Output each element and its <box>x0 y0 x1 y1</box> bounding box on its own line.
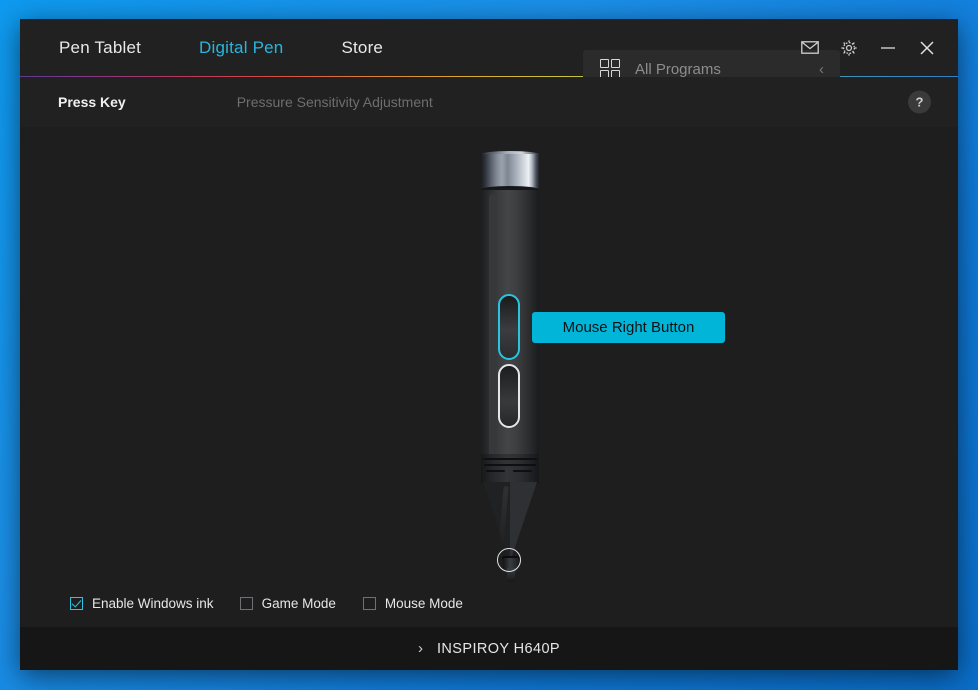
device-name-label: INSPIROY H640P <box>437 640 560 657</box>
subtab-pressure-sensitivity[interactable]: Pressure Sensitivity Adjustment <box>237 94 433 110</box>
desktop-background: Pen Tablet Digital Pen Store All Program… <box>0 0 978 690</box>
sub-nav-bar: Press Key Pressure Sensitivity Adjustmen… <box>20 77 958 127</box>
pen-lower-button[interactable] <box>498 364 520 428</box>
pen-grip <box>481 454 539 484</box>
checkbox-unchecked-icon <box>362 597 376 610</box>
subtab-press-key[interactable]: Press Key <box>58 94 126 110</box>
tab-digital-pen[interactable]: Digital Pen <box>199 38 283 58</box>
help-icon[interactable]: ? <box>908 90 931 114</box>
grid-icon <box>600 59 620 79</box>
digital-pen-illustration: Mouse Right Button <box>461 151 725 582</box>
checkbox-enable-windows-ink[interactable]: Enable Windows ink <box>70 596 214 611</box>
title-bar: Pen Tablet Digital Pen Store All Program… <box>20 19 958 88</box>
pen-configuration-stage: Mouse Right Button Enable Windows ink Ga… <box>20 127 958 627</box>
checkbox-mouse-mode[interactable]: Mouse Mode <box>362 596 463 611</box>
checkbox-label-game-mode: Game Mode <box>261 596 336 611</box>
pen-tablet-app-window: Pen Tablet Digital Pen Store All Program… <box>20 19 958 670</box>
upper-button-binding-callout[interactable]: Mouse Right Button <box>532 312 725 343</box>
pen-chrome-cap <box>481 154 539 190</box>
pen-nib-indicator[interactable] <box>497 548 521 572</box>
tab-pen-tablet[interactable]: Pen Tablet <box>59 38 141 58</box>
main-tab-bar: Pen Tablet Digital Pen Store <box>59 38 441 58</box>
checkbox-label-mouse-mode: Mouse Mode <box>384 596 463 611</box>
device-selector-bar[interactable]: › INSPIROY H640P <box>20 627 958 670</box>
pen-options-row: Enable Windows ink Game Mode Mouse Mode <box>20 580 958 627</box>
close-icon[interactable] <box>914 35 940 61</box>
checkbox-checked-icon <box>70 597 83 610</box>
checkbox-label-enable-windows-ink: Enable Windows ink <box>92 596 214 611</box>
checkbox-game-mode[interactable]: Game Mode <box>239 596 336 611</box>
pen-barrel-highlight <box>489 194 496 464</box>
pen-upper-button[interactable] <box>498 294 520 360</box>
window-controls <box>797 19 940 76</box>
minimize-icon[interactable] <box>875 35 901 61</box>
chevron-right-icon: › <box>418 640 423 657</box>
gear-icon[interactable] <box>836 35 862 61</box>
all-programs-label: All Programs <box>635 60 721 78</box>
checkbox-unchecked-icon <box>239 597 253 610</box>
mail-icon[interactable] <box>797 35 823 61</box>
tab-store[interactable]: Store <box>341 38 383 58</box>
